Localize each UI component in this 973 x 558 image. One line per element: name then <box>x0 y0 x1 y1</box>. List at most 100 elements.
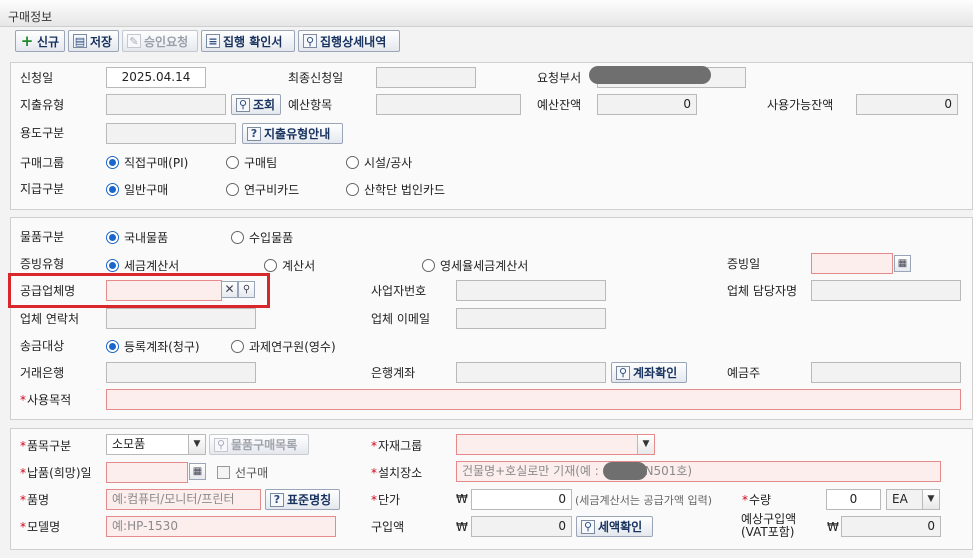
evidence-type-label: 증빙유형 <box>20 257 65 271</box>
execution-detail-button[interactable]: ⚲ 집행상세내역 <box>298 30 400 52</box>
radio-selected-icon <box>106 156 119 169</box>
help-icon: ? <box>270 492 284 507</box>
payment-type-radio-corporate-card[interactable]: 산학단 법인카드 <box>346 181 445 198</box>
radio-icon <box>264 259 277 272</box>
budget-item-field[interactable] <box>376 94 521 115</box>
radio-label: 등록계좌(청구) <box>124 340 200 354</box>
evidence-type-radio-invoice[interactable]: 계산서 <box>264 257 315 274</box>
remit-target-radio-registered[interactable]: 등록계좌(청구) <box>106 338 200 355</box>
purpose-field[interactable] <box>106 389 961 410</box>
radio-icon <box>346 183 359 196</box>
quantity-field[interactable]: 0 <box>826 489 881 510</box>
expense-type-search-button[interactable]: ⚲ 조회 <box>231 94 281 115</box>
supplier-email-field[interactable] <box>456 308 606 329</box>
evidence-type-radio-tax-invoice[interactable]: 세금계산서 <box>106 257 179 274</box>
install-location-field[interactable]: 건물명+호실로만 기재(예 : N501호) <box>456 461 941 482</box>
account-check-button-label: 계좌확인 <box>633 366 678 380</box>
item-type-value: 소모품 <box>112 437 146 451</box>
evidence-type-radio-zero-rate[interactable]: 영세율세금계산서 <box>422 257 528 274</box>
goods-type-radio-import[interactable]: 수입물품 <box>231 229 293 246</box>
approve-request-button[interactable]: ✎ 승인요청 <box>122 30 198 52</box>
purchase-group-radio-facility[interactable]: 시설/공사 <box>346 154 412 171</box>
redacted-mask <box>603 462 647 480</box>
material-group-select[interactable]: ▼ <box>456 434 655 455</box>
remit-target-radio-researcher[interactable]: 과제연구원(영수) <box>231 338 336 355</box>
radio-label: 영세율세금계산서 <box>440 259 529 273</box>
payment-type-radio-general[interactable]: 일반구매 <box>106 181 168 198</box>
standard-name-button[interactable]: ? 표준명칭 <box>265 489 340 510</box>
purchase-group-radio-direct[interactable]: 직접구매(PI) <box>106 154 188 171</box>
purchase-amount-field[interactable]: 0 <box>471 516 572 537</box>
radio-label: 수입물품 <box>249 231 294 245</box>
model-name-field[interactable]: 예:HP-1530 <box>106 516 336 537</box>
budget-balance-field[interactable]: 0 <box>597 94 697 115</box>
calendar-icon[interactable]: ▦ <box>894 255 911 272</box>
expense-type-label: 지출유형 <box>20 98 65 112</box>
goods-type-radio-domestic[interactable]: 국내물품 <box>106 229 168 246</box>
redacted-mask <box>589 66 711 84</box>
currency-symbol: ₩ <box>827 520 839 534</box>
currency-symbol: ₩ <box>456 492 468 506</box>
save-button[interactable]: ▤ 저장 <box>68 30 119 52</box>
final-apply-date-field[interactable] <box>376 67 476 88</box>
radio-label: 연구비카드 <box>244 183 300 197</box>
final-apply-date-label: 최종신청일 <box>288 71 344 85</box>
account-holder-field[interactable] <box>811 362 961 383</box>
evidence-date-field[interactable] <box>811 253 893 274</box>
budget-balance-label: 예산잔액 <box>537 98 582 112</box>
new-button[interactable]: + 신규 <box>15 30 65 52</box>
account-check-button[interactable]: ⚲ 계좌확인 <box>611 362 687 383</box>
supplier-phone-field[interactable] <box>106 308 256 329</box>
radio-icon <box>226 183 239 196</box>
execution-confirm-button[interactable]: ≡ 집행 확인서 <box>201 30 295 52</box>
tax-note: (세금계산서는 공급가액 입력) <box>575 494 713 507</box>
business-number-field[interactable] <box>456 280 606 301</box>
available-balance-field[interactable]: 0 <box>856 94 958 115</box>
usage-type-field[interactable] <box>106 123 236 144</box>
bank-field[interactable] <box>106 362 256 383</box>
execution-confirm-button-label: 집행 확인서 <box>223 34 283 49</box>
purchase-group-radio-team[interactable]: 구매팀 <box>226 154 277 171</box>
amount-check-button[interactable]: ⚲ 세액확인 <box>576 516 653 537</box>
expense-type-field[interactable] <box>106 94 226 115</box>
install-location-placeholder-prefix: 건물명+호실로만 기재(예 : <box>462 464 599 478</box>
unit-select[interactable]: EA ▼ <box>886 489 940 510</box>
request-dept-label: 요청부서 <box>537 71 582 85</box>
radio-icon <box>346 156 359 169</box>
purchase-amount-label: 구입액 <box>371 520 405 534</box>
payment-type-radio-research-card[interactable]: 연구비카드 <box>226 181 299 198</box>
expense-type-guide-button[interactable]: ? 지출유형안내 <box>242 123 343 144</box>
radio-label: 국내물품 <box>124 231 169 245</box>
radio-selected-icon <box>106 183 119 196</box>
supplier-contact-name-field[interactable] <box>811 280 961 301</box>
unit-price-field[interactable]: 0 <box>471 489 572 510</box>
evidence-date-label: 증빙일 <box>727 257 761 271</box>
item-catalog-button[interactable]: ⚲ 물품구매목록 <box>209 434 309 455</box>
apply-date-field[interactable]: 2025.04.14 <box>106 67 206 88</box>
radio-icon <box>231 231 244 244</box>
install-location-label: 설치장소 <box>371 464 422 481</box>
search-icon: ⚲ <box>616 365 630 380</box>
quantity-label: 수량 <box>742 491 771 508</box>
bank-account-label: 은행계좌 <box>371 366 416 380</box>
unit-price-label: 단가 <box>371 491 400 508</box>
purpose-label: 사용목적 <box>20 391 71 408</box>
pre-purchase-checkbox[interactable]: 선구매 <box>217 464 268 481</box>
expected-amount-field[interactable]: 0 <box>841 516 941 537</box>
account-holder-label: 예금주 <box>727 366 761 380</box>
bank-account-field[interactable] <box>456 362 606 383</box>
delivery-date-label: 납품(희망)일 <box>20 464 92 481</box>
currency-symbol: ₩ <box>456 520 468 534</box>
expected-amount-label: 예상구입액 (VAT포함) <box>741 513 796 539</box>
plus-icon: + <box>20 31 34 50</box>
item-catalog-button-label: 물품구매목록 <box>231 438 298 452</box>
expense-type-guide-button-label: 지출유형안내 <box>264 127 331 141</box>
calendar-icon[interactable]: ▦ <box>189 463 206 480</box>
delivery-date-field[interactable] <box>106 462 188 483</box>
expected-amount-label-line2: (VAT포함) <box>741 525 795 539</box>
purchase-group-label: 구매그룹 <box>20 156 65 170</box>
budget-item-label: 예산항목 <box>288 98 333 112</box>
item-name-field[interactable]: 예:컴퓨터/모니터/프린터 <box>106 489 261 510</box>
item-type-select[interactable]: 소모품 ▼ <box>106 434 206 455</box>
radio-label: 구매팀 <box>244 156 278 170</box>
